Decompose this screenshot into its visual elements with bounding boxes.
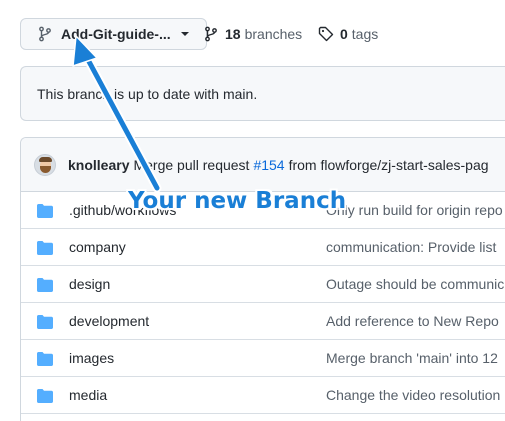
commit-message[interactable]: Only run build for origin repo xyxy=(326,202,503,218)
chevron-down-icon xyxy=(180,32,189,36)
file-name[interactable]: company xyxy=(69,239,126,255)
table-row[interactable]: media Change the video resolution xyxy=(21,377,505,414)
file-list: knolleary Merge pull request #154 from f… xyxy=(20,137,505,421)
commit-message[interactable]: communication: Provide list xyxy=(326,239,496,255)
folder-icon xyxy=(37,352,53,366)
branch-selector-button[interactable]: Add-Git-guide-... xyxy=(20,18,207,50)
latest-commit-bar: knolleary Merge pull request #154 from f… xyxy=(21,138,505,192)
table-row[interactable]: development Add reference to New Repo xyxy=(21,303,505,340)
pr-link[interactable]: #154 xyxy=(253,157,284,173)
branches-label: branches xyxy=(244,26,303,42)
tags-label: tags xyxy=(351,26,379,42)
commit-message[interactable]: Merge branch 'main' into 12 xyxy=(326,350,498,366)
file-name[interactable]: images xyxy=(69,350,114,366)
branch-status-text: This branch is up to date with main. xyxy=(37,85,258,102)
tags-link[interactable]: 0 tags xyxy=(318,26,378,42)
folder-icon xyxy=(37,278,53,292)
file-name[interactable]: development xyxy=(69,313,149,329)
file-name[interactable]: media xyxy=(69,387,107,403)
folder-icon xyxy=(37,389,53,403)
branch-status-box: This branch is up to date with main. xyxy=(20,66,505,121)
commit-message-suffix[interactable]: from flowforge/zj-start-sales-pag xyxy=(289,157,489,173)
table-row[interactable]: design Outage should be communic xyxy=(21,266,505,303)
branch-name: Add-Git-guide-... xyxy=(61,26,171,42)
commit-message-prefix[interactable]: Merge pull request xyxy=(133,157,249,173)
commit-message[interactable]: Outage should be communic xyxy=(326,276,504,292)
tag-icon xyxy=(318,26,334,42)
branches-link[interactable]: 18 branches xyxy=(203,26,302,42)
folder-icon xyxy=(37,204,53,218)
commit-author[interactable]: knolleary xyxy=(68,157,129,173)
annotation-label: Your new Branch xyxy=(128,188,347,214)
git-branch-icon xyxy=(39,26,51,42)
branches-count: 18 xyxy=(225,26,241,42)
folder-icon xyxy=(37,241,53,255)
branch-toolbar: Add-Git-guide-... xyxy=(20,18,207,50)
git-branch-icon xyxy=(205,26,217,42)
table-row[interactable]: company communication: Provide list xyxy=(21,229,505,266)
commit-message[interactable]: Add reference to New Repo xyxy=(326,313,499,329)
commit-message[interactable]: Change the video resolution xyxy=(326,387,500,403)
table-row[interactable]: images Merge branch 'main' into 12 xyxy=(21,340,505,377)
folder-icon xyxy=(37,315,53,329)
tags-count: 0 xyxy=(340,26,348,42)
file-name[interactable]: design xyxy=(69,276,110,292)
avatar[interactable] xyxy=(34,153,56,176)
